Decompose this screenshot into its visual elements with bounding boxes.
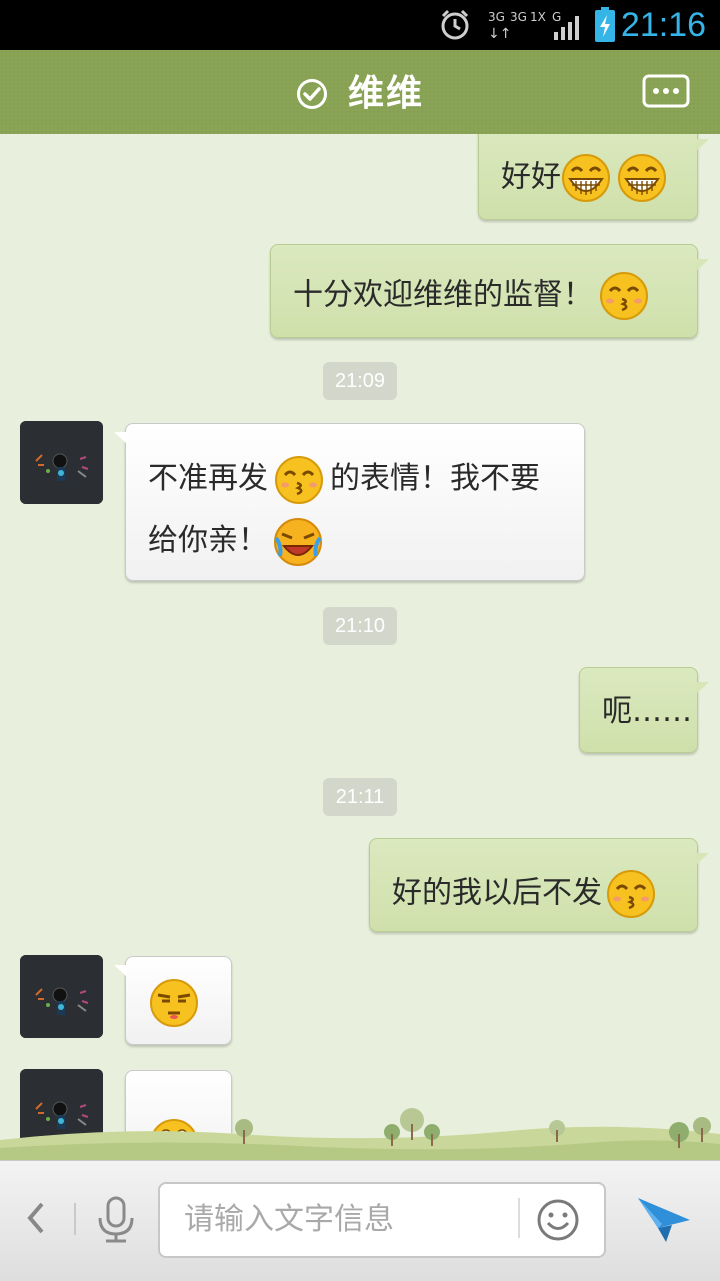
message-timestamp: 21:10 xyxy=(323,607,397,645)
mic-icon[interactable] xyxy=(96,1196,136,1244)
grin-emoji-icon xyxy=(562,154,610,202)
network-icon: 3G 3G 1X G ↓↑ xyxy=(488,10,579,42)
status-bar: 3G 3G 1X G ↓↑ 21:16 xyxy=(0,0,720,50)
send-icon[interactable] xyxy=(636,1194,692,1244)
input-divider xyxy=(74,1203,76,1235)
incoming-message[interactable] xyxy=(114,956,232,1045)
message-timestamp: 21:09 xyxy=(323,362,397,400)
message-text: 不准再发 xyxy=(148,461,268,496)
outgoing-message[interactable]: 好好 xyxy=(478,134,709,220)
message-text: 呃…… xyxy=(602,694,692,729)
message-text: 十分欢迎维维的监督！ xyxy=(293,277,593,313)
kiss-emoji-icon xyxy=(275,455,323,504)
chat-area[interactable]: 好好 十分欢迎维维的监督！ 21:09 不准再发 的表情！我不要给你亲！ 21:1… xyxy=(0,134,720,1160)
grin-emoji-icon xyxy=(618,154,666,202)
contact-name[interactable]: 维维 xyxy=(348,70,424,118)
incoming-message[interactable]: 不准再发 的表情！我不要给你亲！ xyxy=(114,423,585,581)
message-text: 好的我以后不发 xyxy=(392,875,602,911)
kiss-emoji-icon xyxy=(600,272,648,320)
message-text: 好好 xyxy=(501,159,561,195)
outgoing-message[interactable]: 呃…… xyxy=(579,667,709,753)
landscape-decoration xyxy=(0,1108,720,1160)
avatar-image xyxy=(20,421,103,504)
input-separator xyxy=(518,1198,520,1238)
svg-text:↓↑: ↓↑ xyxy=(488,26,511,42)
contact-avatar[interactable] xyxy=(20,421,103,504)
battery-charging-icon xyxy=(595,7,615,42)
unamused-emoji-icon xyxy=(150,979,198,1027)
message-text: 的表情！我不要 xyxy=(330,461,540,496)
message-timestamp: 21:11 xyxy=(323,778,397,816)
kiss-emoji-icon xyxy=(607,870,655,918)
network-label: 3G xyxy=(488,10,505,24)
alarm-icon xyxy=(441,9,469,40)
network-label: 1X xyxy=(530,10,546,24)
back-icon[interactable] xyxy=(24,1200,48,1236)
check-circle-icon xyxy=(297,79,327,109)
cry-laugh-emoji-icon xyxy=(274,517,322,566)
avatar-image xyxy=(20,955,103,1038)
network-label: 3G xyxy=(510,10,527,24)
chat-menu-icon[interactable] xyxy=(642,74,690,110)
contact-avatar[interactable] xyxy=(20,955,103,1038)
network-label: G xyxy=(552,10,561,24)
outgoing-message[interactable]: 十分欢迎维维的监督！ xyxy=(270,244,709,338)
message-text: 给你亲！ xyxy=(148,523,268,558)
status-time: 21:16 xyxy=(620,6,706,44)
outgoing-message[interactable]: 好的我以后不发 xyxy=(369,838,709,932)
emoji-icon[interactable] xyxy=(536,1198,580,1242)
